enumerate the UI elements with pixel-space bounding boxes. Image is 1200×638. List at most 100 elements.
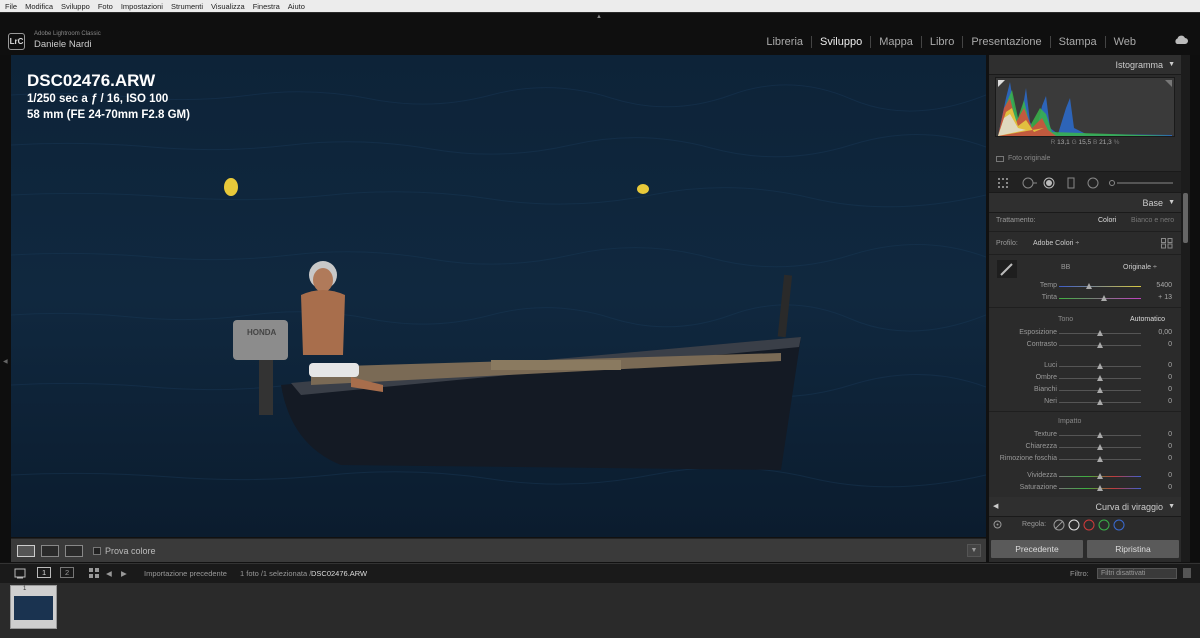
second-window-button[interactable]: 2 [60,567,75,578]
menu-photo[interactable]: Foto [98,2,113,11]
panel-scrollbar[interactable] [1181,55,1190,562]
panel-scrollbar-thumb[interactable] [1183,193,1188,243]
treatment-bw[interactable]: Bianco e nero [1131,217,1174,224]
treatment-color[interactable]: Colori [1098,217,1116,224]
profile-dropdown[interactable]: Adobe Colori ÷ [1033,240,1079,247]
original-photo-toggle[interactable]: Foto originale [996,155,1050,162]
radial-filter-icon[interactable] [1087,177,1099,189]
cloud-icon[interactable] [1174,35,1188,44]
current-file[interactable]: DSC02476.ARW [311,569,367,578]
menu-tools[interactable]: Strumenti [171,2,203,11]
soft-proof-checkbox[interactable] [93,546,101,555]
main-window-button[interactable]: 1 [37,567,52,578]
contrast-slider-thumb[interactable] [1097,342,1103,348]
shadows-slider-thumb[interactable] [1097,375,1103,381]
texture-slider-thumb[interactable] [1097,432,1103,438]
saturation-slider-thumb[interactable] [1097,485,1103,491]
profile-browser-icon[interactable] [1161,238,1173,249]
photo-canvas[interactable]: HONDA DSC02476.ARW 1/250 sec a ƒ / 16, I… [11,55,986,537]
contrast-slider[interactable] [1059,342,1141,348]
filter-lock-icon[interactable] [1183,568,1191,578]
module-map[interactable]: Mappa [870,36,921,48]
blacks-slider-thumb[interactable] [1097,399,1103,405]
saturation-slider[interactable] [1059,485,1141,491]
left-panel-collapsed: ◀ [0,55,11,562]
yy-view-button[interactable] [65,544,83,557]
basic-header[interactable]: Base ▼ [989,193,1181,213]
filter-dropdown[interactable]: Filtri disattivati [1097,568,1177,579]
back-arrow-icon[interactable]: ◀ [106,569,112,578]
toolbar-menu-icon[interactable]: ▼ [967,544,981,557]
highlights-slider-thumb[interactable] [1097,363,1103,369]
collapse-basic-icon[interactable]: ▼ [1168,193,1175,213]
tint-slider-thumb[interactable] [1101,295,1107,301]
exposure-slider-thumb[interactable] [1097,330,1103,336]
collapse-histogram-icon[interactable]: ▼ [1168,55,1175,75]
collapse-top-icon[interactable]: ▲ [596,14,602,20]
user-name: Daniele Nardi [34,39,92,50]
spot-removal-icon[interactable] [1021,177,1037,189]
right-edge [1190,55,1200,562]
highlights-slider[interactable] [1059,363,1141,369]
menu-edit[interactable]: Modifica [25,2,53,11]
collapse-curve-icon[interactable]: ▼ [1168,497,1175,517]
redeye-icon[interactable] [1043,177,1055,189]
dehaze-slider[interactable] [1059,456,1141,462]
target-adjust-icon[interactable] [993,520,1002,529]
wb-dropdown[interactable]: Originale ÷ [1123,264,1157,271]
temp-slider-thumb[interactable] [1086,283,1092,289]
thumbnail-number: 1 [23,586,27,592]
clarity-slider-thumb[interactable] [1097,444,1103,450]
filmstrip-thumbnail[interactable]: 1 [10,585,57,629]
module-web[interactable]: Web [1104,36,1144,48]
auto-tone-button[interactable]: Automatico [1130,316,1165,323]
loupe-view-button[interactable] [17,544,35,557]
module-develop[interactable]: Sviluppo [811,36,870,48]
source-label[interactable]: Importazione precedente [144,569,227,578]
curve-left-icon[interactable]: ◀ [993,497,998,517]
clarity-slider[interactable] [1059,444,1141,450]
identity-plate: ▲ LrC Adobe Lightroom Classic Daniele Na… [0,12,1200,55]
exposure-slider[interactable] [1059,330,1141,336]
module-print[interactable]: Stampa [1049,36,1105,48]
crop-icon[interactable] [997,177,1009,189]
grid-view-icon[interactable] [89,568,99,578]
vibrance-slider-thumb[interactable] [1097,473,1103,479]
module-picker: Libreria Sviluppo Mappa Libro Presentazi… [758,36,1144,48]
menu-develop[interactable]: Sviluppo [61,2,90,11]
menu-window[interactable]: Finestra [253,2,280,11]
eyedropper-icon[interactable] [997,260,1017,278]
histogram-header[interactable]: Istogramma ▼ [989,55,1181,75]
curve-channel-picker[interactable] [1053,519,1125,531]
compare-view-button[interactable] [41,544,59,557]
menu-help[interactable]: Aiuto [288,2,305,11]
tint-slider[interactable] [1059,295,1141,301]
reset-button[interactable]: Ripristina [1087,540,1179,558]
previous-button[interactable]: Precedente [991,540,1083,558]
forward-arrow-icon[interactable]: ▶ [121,569,127,578]
texture-slider[interactable] [1059,432,1141,438]
module-slideshow[interactable]: Presentazione [962,36,1049,48]
secondary-display-icon[interactable] [14,567,26,579]
menu-file[interactable]: File [5,2,17,11]
graduated-filter-icon[interactable] [1065,177,1077,189]
vibrance-slider[interactable] [1059,473,1141,479]
tone-curve-header[interactable]: ◀ Curva di viraggio ▼ [989,497,1181,517]
histogram-readout: R 13,1 G 15,5 B 21,3 % [1050,139,1120,146]
whites-slider[interactable] [1059,387,1141,393]
shadows-slider[interactable] [1059,375,1141,381]
original-photo-icon [996,155,1004,162]
module-library[interactable]: Libreria [758,36,811,48]
filmstrip-bar: 1 2 ◀ ▶ Importazione precedente 1 foto /… [0,563,1200,583]
menu-view[interactable]: Visualizza [211,2,245,11]
module-book[interactable]: Libro [920,36,962,48]
brush-slider-icon[interactable] [1109,177,1175,189]
dehaze-slider-thumb[interactable] [1097,456,1103,462]
menu-settings[interactable]: Impostazioni [121,2,163,11]
app-name: Adobe Lightroom Classic [34,31,101,37]
blacks-slider[interactable] [1059,399,1141,405]
histogram [995,77,1175,137]
whites-slider-thumb[interactable] [1097,387,1103,393]
temp-slider[interactable] [1059,283,1141,289]
expand-left-icon[interactable]: ◀ [3,358,8,365]
